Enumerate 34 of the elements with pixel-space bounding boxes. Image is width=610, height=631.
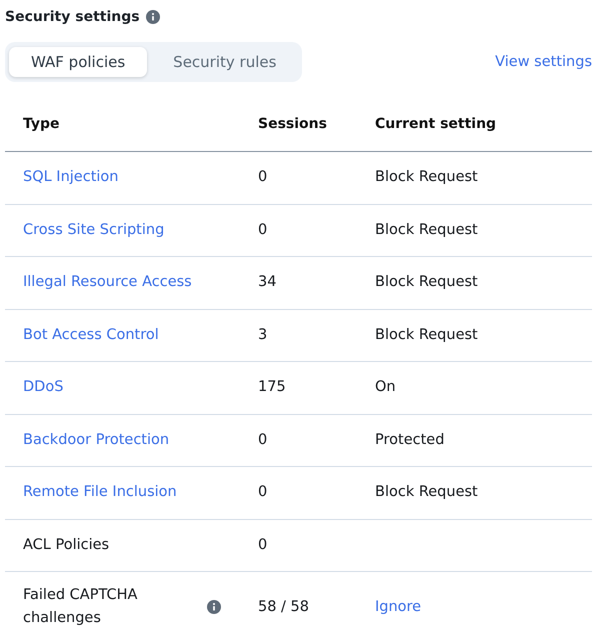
table-cell-text: Block Request bbox=[375, 220, 478, 240]
tab[interactable]: WAF policies bbox=[9, 47, 148, 77]
section-title: Security settings bbox=[5, 8, 140, 27]
table-cell-text: Block Request bbox=[375, 273, 478, 292]
column-header: Type bbox=[23, 115, 61, 134]
table-cell-text: On bbox=[375, 378, 396, 398]
table-cell-text: 0 bbox=[258, 168, 268, 188]
table-cell-text: 3 bbox=[258, 326, 268, 345]
table-cell-text: ACL Policies bbox=[23, 536, 110, 555]
policy-link[interactable]: SQL Injection bbox=[23, 166, 118, 190]
tab[interactable]: Security rules bbox=[151, 47, 298, 77]
table-cell-text: 0 bbox=[258, 536, 268, 555]
table-cell-text: 175 bbox=[258, 378, 286, 398]
policy-link[interactable]: DDoS bbox=[23, 376, 64, 400]
table-cell-text: 34 bbox=[258, 273, 276, 292]
setting-link[interactable]: Ignore bbox=[375, 596, 422, 618]
column-header: Sessions bbox=[258, 115, 328, 134]
policy-link[interactable]: Bot Access Control bbox=[23, 324, 159, 347]
table-cell-text: Protected bbox=[375, 430, 444, 450]
policy-link[interactable]: Illegal Resource Access bbox=[23, 271, 192, 294]
table-cell-text: Failed CAPTCHA challenges bbox=[23, 586, 138, 628]
table-cell-text: 58 / 58 bbox=[258, 598, 310, 616]
policy-link[interactable]: Backdoor Protection bbox=[23, 428, 170, 452]
policy-link[interactable]: Remote File Inclusion bbox=[23, 481, 177, 504]
info-icon bbox=[146, 10, 160, 24]
column-header: Current setting bbox=[375, 115, 498, 134]
table-cell-text: 0 bbox=[258, 430, 268, 450]
table-cell-text: Block Request bbox=[375, 326, 478, 345]
table-cell-text: Block Request bbox=[375, 168, 478, 188]
policy-link[interactable]: Cross Site Scripting bbox=[23, 218, 164, 242]
table-cell-text: Block Request bbox=[375, 483, 478, 502]
view-settings-link[interactable]: View settings bbox=[495, 54, 592, 70]
table-cell-text: 0 bbox=[258, 483, 268, 502]
table-cell-text: 0 bbox=[258, 220, 268, 240]
